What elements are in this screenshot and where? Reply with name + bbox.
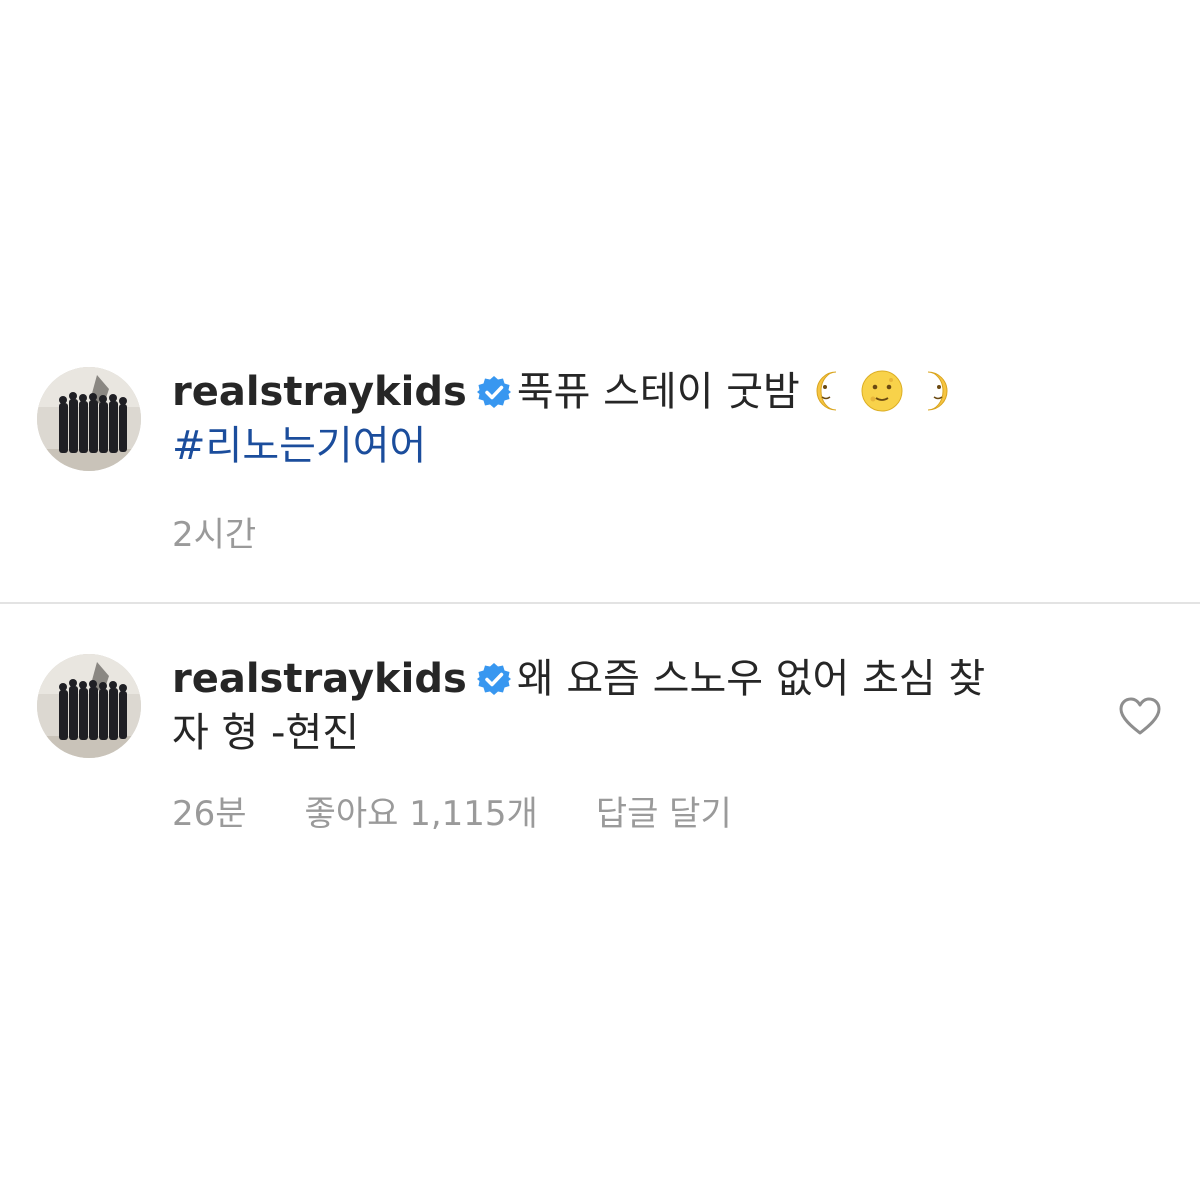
timestamp: 26분 <box>172 794 247 834</box>
avatar[interactable] <box>37 367 141 471</box>
last-quarter-moon-face-icon <box>912 369 956 413</box>
caption-message: 푹퓨 스테이 굿밤 <box>516 369 800 415</box>
username-link[interactable]: realstraykids <box>172 369 467 415</box>
comment-message-line2: 자 형 -현진 <box>172 710 360 756</box>
comment-item: realstraykids 왜 요즘 스노우 없어 초심 찾 자 형 -현진 26… <box>0 640 1200 840</box>
verified-badge-icon <box>476 369 511 408</box>
timestamp: 2시간 <box>172 515 257 555</box>
caption-block: realstraykids 푹퓨 스테이 굿밤 #리노는기여어 2시간 <box>0 355 1200 600</box>
avatar[interactable] <box>37 654 141 758</box>
verified-badge-icon <box>476 656 511 695</box>
username-link[interactable]: realstraykids <box>172 656 467 702</box>
caption-text: realstraykids 푹퓨 스테이 굿밤 #리노는기여어 <box>172 365 1032 473</box>
divider <box>0 602 1200 604</box>
comment-meta: 26분 좋아요 1,115개 답글 달기 <box>172 786 732 835</box>
hashtag-link[interactable]: #리노는기여어 <box>172 423 426 469</box>
full-moon-face-icon <box>860 369 904 413</box>
likes-count[interactable]: 좋아요 1,115개 <box>305 786 538 835</box>
comment-message-line1: 왜 요즘 스노우 없어 초심 찾 <box>516 656 986 702</box>
comment-text: realstraykids 왜 요즘 스노우 없어 초심 찾 자 형 -현진 <box>172 652 1032 760</box>
waxing-crescent-moon-face-icon <box>808 369 852 413</box>
reply-button[interactable]: 답글 달기 <box>596 786 732 835</box>
like-heart-icon[interactable] <box>1118 696 1162 736</box>
caption-meta: 2시간 <box>172 507 256 556</box>
